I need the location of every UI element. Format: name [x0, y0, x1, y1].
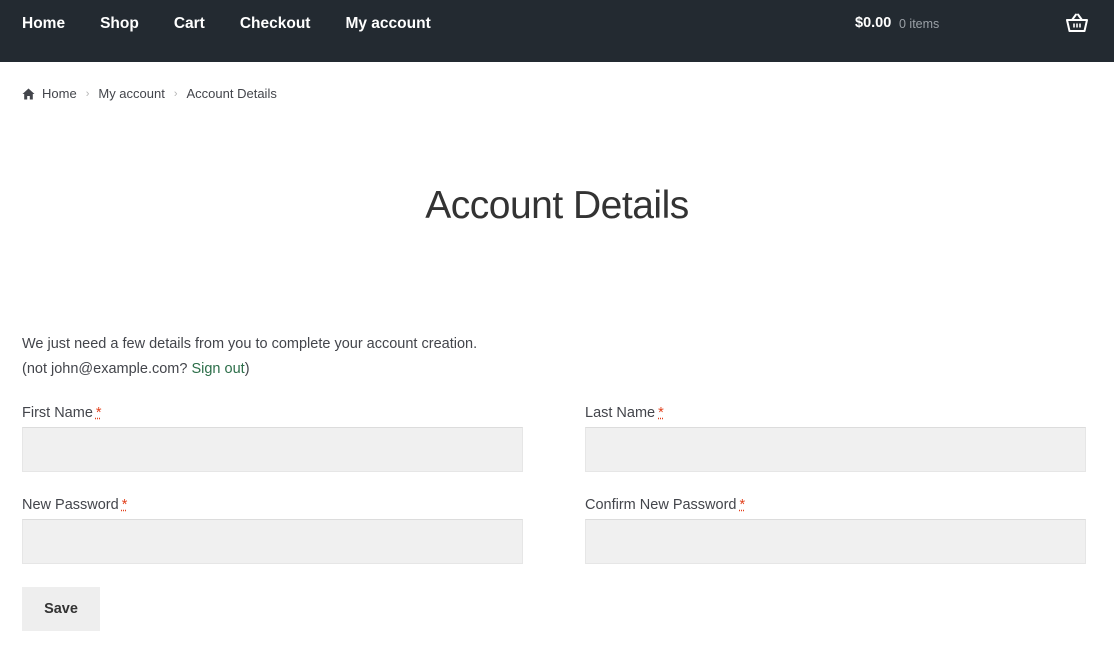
confirm-password-label: Confirm New Password *: [585, 497, 745, 513]
save-button[interactable]: Save: [22, 587, 100, 631]
required-marker: *: [739, 497, 746, 513]
new-password-label: New Password *: [22, 497, 127, 513]
site-header: Home Shop Cart Checkout My account $0.00…: [0, 0, 1114, 62]
nav-checkout[interactable]: Checkout: [240, 15, 311, 33]
first-name-label: First Name *: [22, 405, 102, 421]
breadcrumb-current: Account Details: [186, 86, 277, 101]
breadcrumb: Home › My account › Account Details: [22, 86, 277, 101]
account-notice-suffix: ): [244, 361, 250, 377]
new-password-label-text: New Password: [22, 497, 119, 513]
account-notice: (not john@example.com? Sign out): [22, 357, 477, 382]
nav-cart[interactable]: Cart: [174, 15, 205, 33]
page-title: Account Details: [425, 184, 689, 227]
required-marker: *: [658, 405, 664, 421]
first-name-label-text: First Name: [22, 405, 93, 421]
cart-item-count[interactable]: 0 items: [899, 17, 939, 31]
home-icon: [22, 88, 35, 99]
breadcrumb-my-account[interactable]: My account: [98, 86, 164, 101]
last-name-label: Last Name *: [585, 405, 664, 421]
account-notice-prefix: (not john@example.com?: [22, 361, 192, 377]
confirm-password-label-text: Confirm New Password: [585, 497, 737, 513]
nav-my-account[interactable]: My account: [345, 15, 430, 33]
primary-nav: Home Shop Cart Checkout My account: [22, 0, 466, 48]
breadcrumb-home[interactable]: Home: [42, 86, 77, 101]
last-name-label-text: Last Name: [585, 405, 656, 421]
chevron-right-icon: ›: [173, 87, 178, 100]
nav-shop[interactable]: Shop: [100, 15, 139, 33]
new-password-input[interactable]: [22, 519, 523, 564]
confirm-password-input[interactable]: [585, 519, 1086, 564]
required-marker: *: [121, 497, 128, 513]
last-name-input[interactable]: [585, 427, 1086, 472]
first-name-input[interactable]: [22, 427, 523, 472]
cart-total[interactable]: $0.00: [855, 15, 891, 31]
basket-icon[interactable]: [1066, 13, 1088, 33]
chevron-right-icon: ›: [85, 87, 90, 100]
nav-home[interactable]: Home: [22, 15, 65, 33]
required-marker: *: [95, 405, 102, 421]
sign-out-link[interactable]: Sign out: [191, 361, 244, 377]
intro-line: We just need a few details from you to c…: [22, 336, 478, 352]
intro-text: We just need a few details from you to c…: [22, 332, 477, 382]
